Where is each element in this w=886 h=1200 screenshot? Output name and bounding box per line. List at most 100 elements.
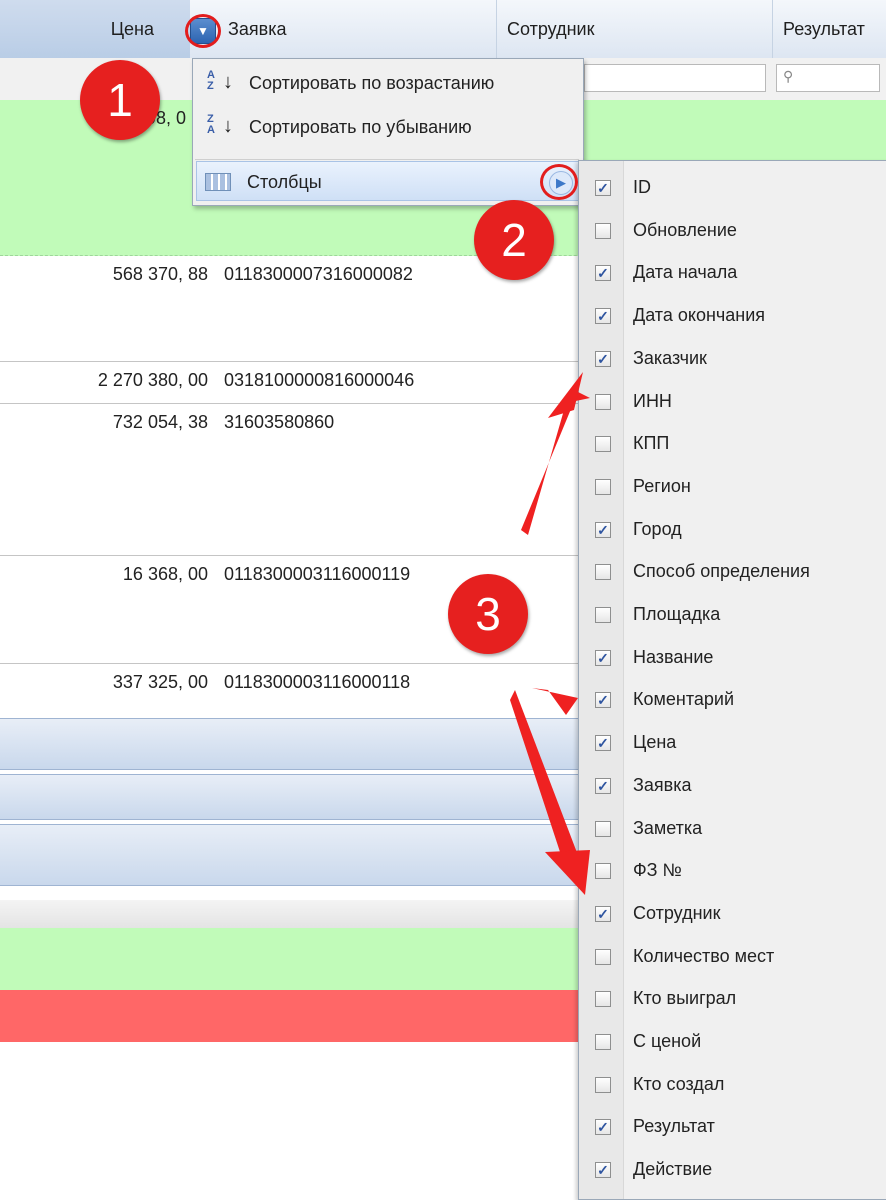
- column-toggle-label: Кто создал: [633, 1073, 725, 1094]
- column-toggle-label: ID: [633, 177, 651, 197]
- sort-descending-item[interactable]: Z A ↓ Сортировать по убыванию: [195, 105, 579, 149]
- column-toggle-label: ФЗ №: [633, 860, 682, 881]
- sort-za-icon: Z A ↓: [207, 113, 233, 137]
- column-toggle-label: Город: [633, 518, 682, 539]
- price-cell: 16 368, 00: [122, 564, 208, 584]
- checkbox-checked[interactable]: ✓: [595, 308, 611, 325]
- column-toggle-label: Цена: [633, 732, 677, 753]
- employee-filter-input[interactable]: [584, 64, 766, 92]
- sort-ascending-item[interactable]: A Z ↓ Сортировать по возрастанию: [195, 61, 579, 105]
- search-icon: ⚲: [783, 68, 794, 84]
- column-toggle-label: Результат: [633, 1116, 715, 1137]
- highlight-ring-submenu-arrow: [540, 164, 578, 200]
- column-toggle-item[interactable]: ✓ Город: [579, 509, 886, 552]
- checkbox-checked[interactable]: ✓: [595, 777, 611, 794]
- column-header-order-label: Заявка: [228, 19, 287, 39]
- checkbox-unchecked[interactable]: [595, 948, 611, 965]
- column-toggle-item[interactable]: ФЗ №: [579, 850, 886, 893]
- column-toggle-item[interactable]: ✓ Цена: [579, 722, 886, 765]
- column-toggle-item[interactable]: С ценой: [579, 1021, 886, 1064]
- column-toggle-item[interactable]: ✓ Заявка: [579, 765, 886, 808]
- checkbox-checked[interactable]: ✓: [595, 521, 611, 538]
- checkbox-checked[interactable]: ✓: [595, 350, 611, 367]
- column-header-order[interactable]: Заявка: [224, 0, 496, 58]
- column-toggle-item[interactable]: ✓ Результат: [579, 1106, 886, 1149]
- column-toggle-item[interactable]: Кто создал: [579, 1064, 886, 1107]
- checkbox-unchecked[interactable]: [595, 991, 611, 1008]
- checkbox-checked[interactable]: ✓: [595, 692, 611, 709]
- order-cell: 0118300007316000082: [224, 264, 413, 284]
- column-toggle-label: Дата окончания: [633, 305, 766, 326]
- columns-icon: [205, 173, 231, 191]
- column-toggle-item[interactable]: Площадка: [579, 594, 886, 637]
- checkbox-unchecked[interactable]: [595, 564, 611, 581]
- checkbox-unchecked[interactable]: [595, 436, 611, 453]
- column-header-price-label: Цена: [110, 19, 154, 39]
- checkbox-checked[interactable]: ✓: [595, 735, 611, 752]
- column-header-result[interactable]: Результат: [772, 0, 886, 58]
- column-toggle-label: Кто выиграл: [633, 988, 737, 1009]
- column-toggle-item[interactable]: ✓ ID: [579, 167, 886, 210]
- column-toggle-label: Заявка: [633, 774, 692, 795]
- order-cell: 0118300003116000119: [224, 564, 411, 584]
- column-toggle-item[interactable]: ✓ Заказчик: [579, 338, 886, 381]
- column-toggle-item[interactable]: КПП: [579, 423, 886, 466]
- column-toggle-label: ИНН: [633, 390, 672, 411]
- checkbox-unchecked[interactable]: [595, 393, 611, 410]
- checkbox-unchecked[interactable]: [595, 1034, 611, 1050]
- checkbox-checked[interactable]: ✓: [595, 905, 611, 922]
- column-toggle-item[interactable]: ✓ Сотрудник: [579, 893, 886, 936]
- checkbox-unchecked[interactable]: [595, 820, 611, 837]
- column-toggle-item[interactable]: ✓ Коментарий: [579, 679, 886, 722]
- checkbox-unchecked[interactable]: [595, 222, 611, 239]
- column-header-employee-label: Сотрудник: [507, 19, 595, 39]
- column-toggle-item[interactable]: Кто выиграл: [579, 978, 886, 1021]
- order-cell: 0318100000816000046: [224, 370, 415, 390]
- price-cell: 337 325, 00: [112, 672, 208, 692]
- checkbox-checked[interactable]: ✓: [595, 265, 611, 282]
- sort-ascending-label: Сортировать по возрастанию: [249, 73, 495, 93]
- column-toggle-label: Регион: [633, 475, 691, 496]
- column-toggle-item[interactable]: Обновление: [579, 210, 886, 253]
- column-toggle-item[interactable]: ✓ Действие: [579, 1149, 886, 1192]
- result-filter-input[interactable]: ⚲: [776, 64, 880, 92]
- column-header-employee[interactable]: Сотрудник: [496, 0, 772, 58]
- order-cell: 31603580860: [224, 412, 335, 432]
- column-toggle-item[interactable]: ИНН: [579, 381, 886, 424]
- step-badge-3: 3: [448, 574, 528, 654]
- column-toggle-label: Действие: [633, 1159, 713, 1180]
- column-toggle-label: КПП: [633, 433, 670, 454]
- column-toggle-item[interactable]: Способ определения: [579, 551, 886, 594]
- column-toggle-label: Коментарий: [633, 689, 734, 710]
- highlight-ring-trigger: [185, 14, 221, 48]
- column-toggle-item[interactable]: ✓ Название: [579, 637, 886, 680]
- column-header-price[interactable]: Цена: [0, 0, 190, 58]
- column-toggle-label: Обновление: [633, 219, 737, 240]
- column-toggle-item[interactable]: Регион: [579, 466, 886, 509]
- checkbox-checked[interactable]: ✓: [595, 1119, 611, 1136]
- checkbox-checked[interactable]: ✓: [595, 180, 611, 196]
- price-cell: 2 270 380, 00: [97, 370, 208, 390]
- checkbox-checked[interactable]: ✓: [595, 649, 611, 666]
- column-toggle-item[interactable]: Количество мест: [579, 936, 886, 979]
- checkbox-unchecked[interactable]: [595, 863, 611, 880]
- checkbox-unchecked[interactable]: [595, 1076, 611, 1093]
- column-toggle-item[interactable]: ✓ Дата начала: [579, 252, 886, 295]
- checkbox-unchecked[interactable]: [595, 607, 611, 623]
- order-cell: 0118300003116000118: [224, 672, 411, 692]
- column-toggle-item[interactable]: Заметка: [579, 808, 886, 851]
- column-toggle-label: С ценой: [633, 1031, 702, 1051]
- column-toggle-label: Способ определения: [633, 561, 810, 582]
- column-toggle-item[interactable]: ✓ Дата окончания: [579, 295, 886, 338]
- columns-menu-item[interactable]: Столбцы ▶: [196, 161, 580, 201]
- price-cell: 568 370, 88: [112, 264, 208, 284]
- column-toggle-label: Заказчик: [633, 347, 707, 368]
- column-toggle-label: Дата начала: [633, 262, 738, 283]
- checkbox-unchecked[interactable]: [595, 478, 611, 495]
- column-menu: A Z ↓ Сортировать по возрастанию Z A ↓ Сорти…: [192, 58, 584, 206]
- step-badge-1: 1: [80, 60, 160, 140]
- column-toggle-label: Название: [633, 646, 714, 667]
- checkbox-checked[interactable]: ✓: [595, 1162, 611, 1179]
- column-toggle-label: Заметка: [633, 817, 703, 838]
- column-toggle-label: Количество мест: [633, 945, 775, 966]
